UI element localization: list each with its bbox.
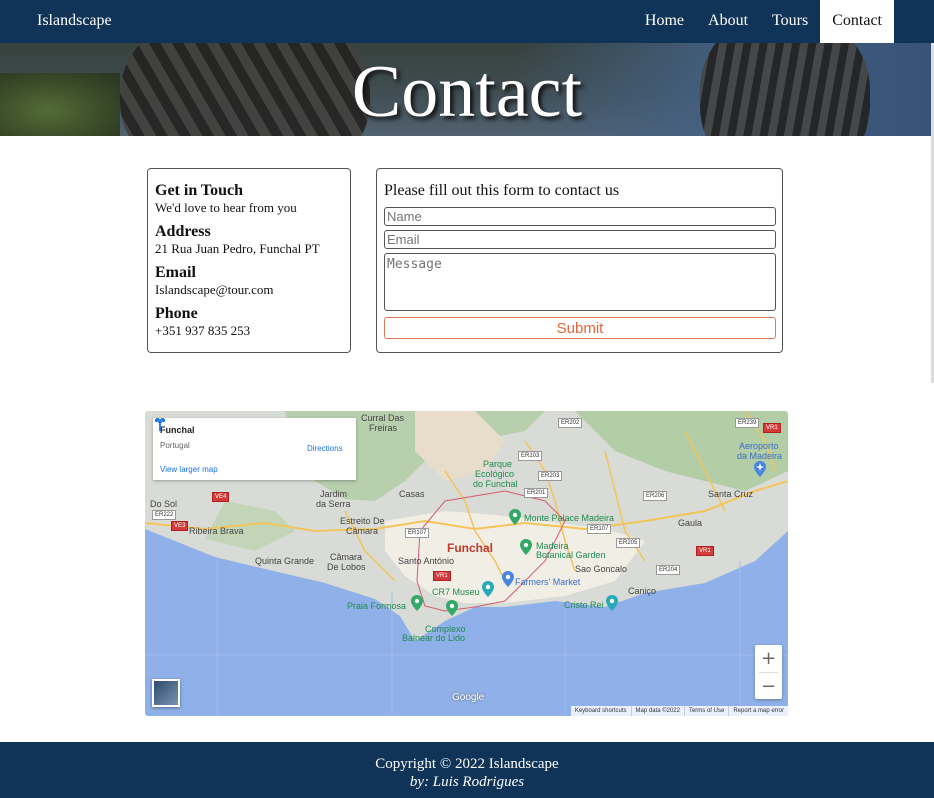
map-pin-icon[interactable]	[446, 600, 458, 616]
map-attribution: Keyboard shortcuts Map data ©2022 Terms …	[570, 706, 788, 716]
email-text: Islandscape@tour.com	[155, 282, 274, 297]
map-label: Casas	[399, 489, 425, 499]
map-label: Câmara	[330, 552, 363, 562]
map-label: Gaula	[678, 518, 703, 528]
popup-country: Portugal	[160, 441, 190, 450]
map-label: Estreito De	[340, 516, 385, 526]
airport-icon[interactable]	[754, 461, 766, 477]
navbar: Islandscape Home About Tours Contact	[0, 0, 934, 43]
road-badge: VR1	[763, 423, 781, 433]
map-pin-icon[interactable]	[482, 581, 494, 597]
phone-heading: Phone	[155, 305, 198, 322]
road-badge: ER222	[152, 510, 177, 520]
map-label: Freiras	[369, 423, 398, 433]
map-label: Santo António	[398, 556, 455, 566]
report-map-error-link[interactable]: Report a map error	[728, 706, 788, 716]
layers-icon[interactable]	[152, 679, 180, 707]
map-label: Caniço	[628, 586, 657, 596]
road-badge: ER206	[643, 491, 668, 501]
map-pin-icon[interactable]	[509, 509, 521, 525]
message-textarea[interactable]	[384, 253, 776, 311]
road-badge: ER202	[558, 418, 583, 428]
form-title: Please fill out this form to contact us	[384, 182, 620, 199]
map-label: Quinta Grande	[255, 556, 315, 566]
map-pin-icon[interactable]	[520, 539, 532, 555]
nav-contact-link[interactable]: Contact	[820, 0, 894, 43]
google-logo: Google	[452, 692, 485, 703]
phone-text: +351 937 835 253	[155, 323, 251, 338]
road-badge: ER203	[538, 471, 563, 481]
map-label: do Funchal	[473, 479, 518, 489]
get-in-touch-heading: Get in Touch	[155, 182, 244, 199]
map-label: Câmara	[346, 526, 379, 536]
address-text: 21 Rua Juan Pedro, Funchal PT	[155, 241, 320, 256]
road-badge: ER103	[518, 451, 543, 461]
zoom-controls: + −	[755, 645, 782, 699]
footer: Copyright © 2022 Islandscape by: Luis Ro…	[0, 742, 934, 798]
map-label: Do Sol	[150, 499, 178, 509]
map-label: Cristo Rei	[564, 600, 604, 610]
road-badge: ER107	[587, 524, 612, 534]
road-badge: VR1	[696, 546, 714, 556]
keyboard-shortcuts-link[interactable]: Keyboard shortcuts	[571, 706, 631, 716]
map-label: Curral Das	[361, 413, 405, 423]
map-label: Praia Formosa	[347, 601, 407, 611]
map-label: Ribeira Brava	[189, 526, 244, 536]
road-badge: ER204	[656, 565, 681, 575]
nav-about-link[interactable]: About	[696, 0, 760, 43]
directions-icon[interactable]	[153, 418, 167, 432]
map-label: Monte Palace Madeira	[524, 513, 615, 523]
contact-info-card: Get in Touch We'd love to hear from you …	[147, 168, 351, 353]
road-badge: VE3	[171, 521, 189, 531]
map-label: Santa Cruz	[708, 489, 754, 499]
map-label: Sao Goncalo	[575, 564, 628, 574]
map-label: Farmers' Market	[515, 577, 581, 587]
zoom-out-icon[interactable]: −	[755, 673, 782, 700]
email-heading: Email	[155, 264, 196, 281]
road-badge: VR1	[433, 571, 451, 581]
directions-link[interactable]: Directions	[307, 444, 343, 453]
map-label: da Madeira	[737, 451, 783, 461]
map-label: CR7 Museu	[432, 587, 480, 597]
map-label: Botanical Garden	[536, 550, 606, 560]
map-pin-icon[interactable]	[502, 571, 514, 587]
road-badge: ER201	[524, 488, 549, 498]
page-title: Contact	[351, 51, 583, 133]
footer-copyright: Copyright © 2022 Islandscape	[375, 756, 559, 772]
zoom-in-icon[interactable]: +	[755, 645, 782, 672]
view-larger-map-link[interactable]: View larger map	[160, 465, 218, 474]
map-label: Jardim	[320, 489, 348, 499]
map-data-text: Map data ©2022	[630, 706, 684, 716]
map-pin-icon[interactable]	[411, 595, 423, 611]
name-input[interactable]	[384, 207, 776, 226]
brand-logo[interactable]: Islandscape	[37, 12, 112, 30]
google-map[interactable]: Curral Das Freiras Parque Ecológico do F…	[145, 411, 788, 716]
contact-form-card: Please fill out this form to contact us …	[376, 168, 783, 353]
road-badge: ER205	[616, 538, 641, 548]
address-heading: Address	[155, 223, 211, 240]
map-label: Aeroporto	[739, 441, 779, 451]
submit-button[interactable]: Submit	[384, 317, 776, 339]
terms-of-use-link[interactable]: Terms of Use	[683, 706, 728, 716]
nav-home-link[interactable]: Home	[633, 0, 696, 43]
map-label: Funchal	[447, 541, 494, 555]
map-label: Ecológico	[475, 469, 515, 479]
road-badge: VE4	[212, 492, 230, 502]
hero-banner: Contact	[0, 43, 934, 136]
map-label: De Lobos	[327, 562, 366, 572]
email-input[interactable]	[384, 230, 776, 249]
map-place-popup: Funchal Portugal View larger map Directi…	[153, 418, 356, 480]
map-label: da Serra	[316, 499, 351, 509]
map-label: Balnear do Lido	[402, 633, 466, 643]
get-in-touch-text: We'd love to hear from you	[155, 200, 297, 215]
nav-tours-link[interactable]: Tours	[760, 0, 820, 43]
road-badge: ER239	[735, 418, 760, 428]
road-badge: ER107	[405, 528, 430, 538]
nav-links: Home About Tours Contact	[633, 0, 894, 43]
map-label: Parque	[483, 459, 513, 469]
footer-author: by: Luis Rodrigues	[409, 774, 525, 790]
map-pin-icon[interactable]	[606, 595, 618, 611]
